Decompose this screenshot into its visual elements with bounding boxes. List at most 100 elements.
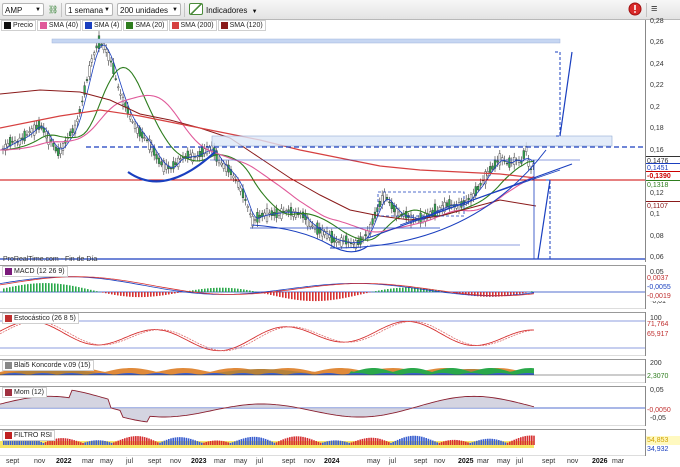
macd-histogram-bar — [9, 287, 11, 293]
top-zone — [51, 38, 561, 44]
trend-line-2 — [399, 169, 561, 226]
stochastic-axis: 1005071,76465,917 — [645, 312, 680, 356]
legend-label: SMA (120) — [229, 22, 263, 29]
rsi-bar — [159, 442, 161, 445]
candle-body — [222, 163, 225, 169]
stochastic-chart[interactable] — [0, 312, 646, 356]
ticker-selector[interactable]: AMP ▼ — [2, 3, 44, 16]
indicators-button[interactable]: Indicadores ▼ — [189, 3, 263, 16]
macd-histogram-bar — [237, 288, 239, 293]
legend-item[interactable]: Precio — [1, 20, 36, 31]
candle-body — [160, 161, 163, 166]
candle-body — [81, 100, 84, 103]
rsi-bar — [401, 438, 403, 445]
indicator-value-tag: -0,0019 — [646, 292, 680, 301]
rsi-bar — [135, 436, 137, 445]
macd-histogram-bar — [174, 292, 176, 294]
rsi-bar — [242, 438, 245, 445]
momentum-axis: 0,05 -0,05 -0,0050 — [645, 386, 680, 426]
legend-swatch-icon — [4, 22, 11, 29]
candle-body — [136, 127, 139, 134]
koncorde-chart[interactable] — [0, 359, 646, 383]
price-chart[interactable] — [0, 20, 646, 262]
stoch-k-line — [0, 320, 535, 352]
macd-histogram-bar — [279, 292, 281, 297]
rsi-bar — [363, 438, 366, 445]
rsi-bar — [524, 436, 526, 445]
rsi-bar — [256, 436, 258, 445]
rsi-bar — [47, 441, 49, 445]
rsi-bar — [297, 436, 300, 445]
rsi-bar — [326, 441, 328, 445]
candle-body — [61, 143, 65, 151]
rsi-bar — [350, 442, 353, 445]
rsi-bar — [396, 439, 399, 445]
timeframe-selector[interactable]: 1 semana ▼ — [65, 3, 113, 16]
candle-body — [143, 137, 146, 139]
rsi-bar — [143, 437, 146, 445]
menu-icon[interactable]: ≡ — [651, 3, 663, 16]
rsi-bar — [69, 438, 71, 445]
units-selector[interactable]: 200 unidades ▼ — [117, 3, 181, 16]
rsi-chart[interactable] — [0, 429, 646, 456]
momentum-label: Mom (12) — [2, 387, 47, 398]
candle-body — [6, 143, 9, 147]
target-line-lower — [537, 179, 551, 260]
candle-body — [505, 162, 509, 165]
rsi-bar — [275, 442, 278, 445]
macd-histogram-bar — [126, 292, 128, 297]
legend-item[interactable]: SMA (20) — [123, 20, 168, 31]
indicator-value-tag: -0,0050 — [646, 406, 680, 415]
macd-histogram-bar — [153, 292, 155, 297]
candle-body — [30, 128, 33, 134]
alert-icon[interactable] — [628, 2, 642, 16]
rsi-bar — [183, 437, 185, 445]
candle-body — [109, 60, 113, 63]
candle-body — [268, 212, 271, 215]
price-value-tag: 0,1107 — [646, 201, 680, 210]
macd-histogram-bar — [405, 287, 407, 293]
candle-body — [217, 160, 221, 164]
rsi-bar — [170, 438, 172, 445]
rsi-bar — [372, 437, 375, 445]
rsi-bar — [124, 438, 126, 445]
macd-histogram-bar — [60, 284, 62, 293]
rsi-bar — [379, 438, 381, 445]
rsi-bar — [264, 438, 267, 445]
rsi-bar — [423, 437, 425, 445]
candle-body — [114, 78, 117, 80]
rsi-bar — [434, 441, 436, 445]
rsi-label: FILTRO RSI — [2, 430, 55, 441]
rsi-bar — [460, 440, 463, 445]
candle-body — [102, 43, 105, 51]
macd-histogram-bar — [366, 292, 368, 294]
macd-histogram-bar — [138, 292, 140, 298]
candle-body — [496, 160, 499, 163]
rsi-axis: 54,853 34,932 — [645, 429, 680, 456]
legend-swatch-icon — [171, 22, 179, 29]
legend-item[interactable]: SMA (40) — [36, 20, 82, 31]
rsi-bar — [522, 436, 524, 445]
rsi-bar — [403, 437, 405, 445]
month-tick-label: may — [234, 458, 248, 465]
legend-item[interactable]: SMA (4) — [82, 20, 123, 31]
macd-chart[interactable] — [0, 265, 646, 309]
legend-item[interactable]: SMA (200) — [168, 20, 217, 31]
month-tick-label: sept — [148, 458, 162, 465]
macd-histogram-bar — [318, 292, 320, 302]
candle-body — [157, 157, 161, 164]
candle-body — [249, 213, 252, 216]
rsi-bar — [227, 442, 229, 445]
legend-item[interactable]: SMA (120) — [217, 20, 266, 31]
link-icon[interactable]: ⛓ — [48, 3, 58, 16]
year-tick-label: 2023 — [191, 458, 207, 465]
momentum-area — [0, 390, 534, 422]
candle-body — [11, 141, 14, 143]
rsi-bar — [115, 441, 117, 445]
rsi-bar — [181, 437, 183, 445]
rsi-bar — [44, 442, 47, 445]
rsi-bar — [132, 436, 135, 445]
macd-histogram-bar — [312, 292, 314, 302]
macd-histogram-bar — [69, 285, 71, 293]
momentum-chart[interactable] — [0, 386, 646, 426]
